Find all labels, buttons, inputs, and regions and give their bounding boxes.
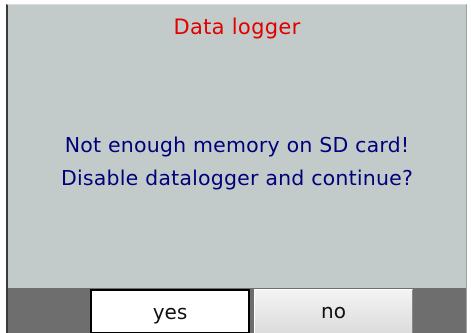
message-line-2: Disable datalogger and continue? (60, 166, 414, 190)
yes-button[interactable]: yes (90, 289, 250, 333)
button-bar: yes no (8, 288, 466, 333)
dialog-message: Not enough memory on SD card! Disable da… (8, 129, 466, 195)
screen: Data logger Not enough memory on SD card… (0, 0, 471, 333)
no-button[interactable]: no (254, 289, 413, 333)
data-logger-dialog: Data logger Not enough memory on SD card… (6, 4, 467, 333)
dialog-title: Data logger (173, 15, 301, 39)
message-line-1: Not enough memory on SD card! (64, 133, 410, 157)
